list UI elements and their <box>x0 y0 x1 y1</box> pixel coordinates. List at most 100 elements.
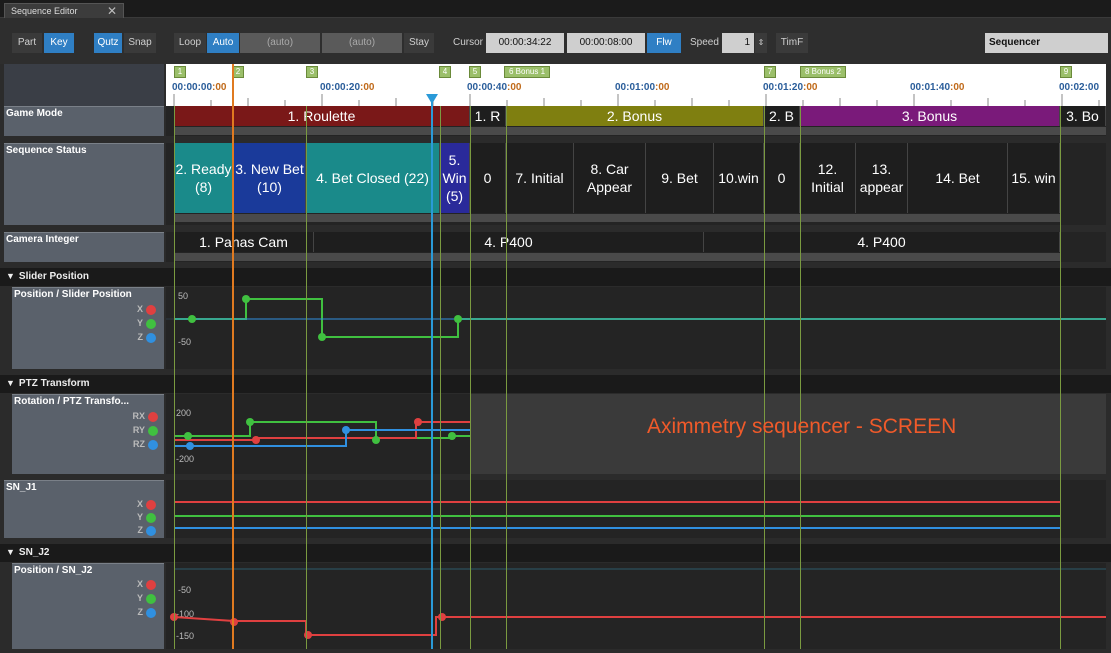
segment-bet-closed[interactable]: 4. Bet Closed (22) <box>306 143 440 213</box>
timeline-ruler[interactable]: 1 2 3 4 5 6 Bonus 1 7 8 Bonus 2 9 00:00:… <box>166 64 1106 106</box>
time-label-120: 00:02:00 <box>1059 82 1100 93</box>
track-title: Sequence Status <box>6 145 87 156</box>
segment-appear-13[interactable]: 13. appear <box>856 143 908 213</box>
axis-rx-label: RX <box>132 411 158 422</box>
segment-bonus-3[interactable]: 3. Bonus <box>800 106 1060 126</box>
marker-line-3 <box>306 106 307 649</box>
segment-zero-1[interactable]: 0 <box>470 143 506 213</box>
time-label-60: 00:01:00:00 <box>615 82 670 93</box>
track-header-sn-j2[interactable]: Position / SN_J2 X Y Z <box>12 563 164 649</box>
track-header-sn-j1[interactable]: SN_J1 X Y Z <box>4 480 164 538</box>
close-icon[interactable]: ✕ <box>107 4 117 18</box>
speed-spinner-icon[interactable]: ⇕ <box>755 33 767 53</box>
tab-sequence-editor[interactable]: Sequence Editor ✕ <box>4 3 124 18</box>
stay-button[interactable]: Stay <box>404 33 434 53</box>
marker-5[interactable]: 5 <box>469 66 481 78</box>
segment-bo[interactable]: 3. Bo <box>1060 106 1106 126</box>
segment-bonus-2[interactable]: 2. Bonus <box>506 106 764 126</box>
marker-line-8 <box>800 106 801 649</box>
follow-button[interactable]: Flw <box>647 33 681 53</box>
segment-win-10[interactable]: 10.win <box>714 143 764 213</box>
axis-z-label: Z <box>138 332 156 343</box>
track-header-camera[interactable]: Camera Integer <box>4 232 164 262</box>
section-title: SN_J2 <box>18 547 50 558</box>
segment-ready[interactable]: 2. Ready (8) <box>174 143 234 213</box>
segment-win[interactable]: 5. Win (5) <box>440 143 470 213</box>
axis-y-label: Y <box>137 512 156 523</box>
track-sequence-status[interactable]: 2. Ready (8) 3. New Bet (10) 4. Bet Clos… <box>166 143 1106 225</box>
marker-8-bonus-2[interactable]: 8 Bonus 2 <box>800 66 847 78</box>
axis-rz-label: RZ <box>133 439 158 450</box>
speed-label: Speed <box>690 37 719 48</box>
segment-win-15[interactable]: 15. win <box>1008 143 1060 213</box>
track-header-ptz[interactable]: Rotation / PTZ Transfo... RX RY RZ <box>12 394 164 474</box>
section-sn-j2[interactable]: ▼ SN_J2 <box>0 544 1111 562</box>
curve-area-sn-j1[interactable] <box>166 480 1106 538</box>
collapse-triangle-icon[interactable]: ▼ <box>6 547 15 557</box>
segment-new-bet[interactable]: 3. New Bet (10) <box>234 143 306 213</box>
track-header-slider[interactable]: Position / Slider Position X Y Z <box>12 287 164 369</box>
marker-1[interactable]: 1 <box>174 66 186 78</box>
curve-area-slider[interactable]: 50 -50 <box>166 287 1106 369</box>
snap-button[interactable]: Snap <box>124 33 156 53</box>
quantize-button[interactable]: Qutz <box>94 33 122 53</box>
time-label-80: 00:01:20:00 <box>763 82 818 93</box>
track-header-sequence-status[interactable]: Sequence Status <box>4 143 164 225</box>
auto-button[interactable]: Auto <box>207 33 239 53</box>
collapse-triangle-icon[interactable]: ▼ <box>6 378 15 388</box>
segment-r[interactable]: 1. R <box>470 106 506 126</box>
track-game-mode[interactable]: 1. Roulette 1. R 2. Bonus 2. B 3. Bonus … <box>166 106 1106 136</box>
loop-button[interactable]: Loop <box>174 33 206 53</box>
ruler-ticks <box>173 94 1100 106</box>
section-title: PTZ Transform <box>18 378 90 389</box>
cursor-time-field[interactable]: 00:00:34:22 <box>486 33 564 53</box>
playhead-orange-line[interactable] <box>232 64 234 649</box>
part-button[interactable]: Part <box>12 33 42 53</box>
length-time-field[interactable]: 00:00:08:00 <box>567 33 645 53</box>
segment-p400-1[interactable]: 4. P400 <box>314 232 704 252</box>
time-label-40: 00:00:40:00 <box>467 82 522 93</box>
segment-initial-12[interactable]: 12. Initial <box>800 143 856 213</box>
marker-line-5 <box>470 106 471 649</box>
loop-start-field[interactable]: (auto) <box>240 33 320 53</box>
cursor-label: Cursor <box>453 37 484 48</box>
key-button[interactable]: Key <box>44 33 74 53</box>
track-title: Camera Integer <box>6 234 79 245</box>
track-camera-integer[interactable]: 1. Panas Cam 4. P400 4. P400 <box>166 232 1106 262</box>
collapse-triangle-icon[interactable]: ▼ <box>6 271 15 281</box>
sequencer-name-field[interactable]: Sequencer <box>985 33 1108 53</box>
sn-j2-curves <box>170 568 1106 639</box>
segment-p400-2[interactable]: 4. P400 <box>704 232 1060 252</box>
curve-area-ptz[interactable]: 200 -200 <box>166 394 1106 474</box>
marker-4[interactable]: 4 <box>439 66 451 78</box>
segment-car-appear[interactable]: 8. Car Appear <box>574 143 646 213</box>
axis-y-label: Y <box>137 593 156 604</box>
segment-zero-2[interactable]: 0 <box>764 143 800 213</box>
axis-x-label: X <box>137 499 156 510</box>
segment-initial[interactable]: 7. Initial <box>506 143 574 213</box>
loop-end-field[interactable]: (auto) <box>322 33 402 53</box>
marker-7[interactable]: 7 <box>764 66 776 78</box>
game-mode-keys-bar <box>174 127 1106 135</box>
section-slider-position[interactable]: ▼ Slider Position <box>0 268 1111 286</box>
cursor-playhead-line[interactable] <box>431 94 433 649</box>
segment-b[interactable]: 2. B <box>764 106 800 126</box>
segment-roulette[interactable]: 1. Roulette <box>174 106 470 126</box>
marker-6-bonus-1[interactable]: 6 Bonus 1 <box>504 66 551 78</box>
marker-9[interactable]: 9 <box>1060 66 1072 78</box>
segment-bet-9[interactable]: 9. Bet <box>646 143 714 213</box>
track-subtitle: Position / SN_J2 <box>14 565 93 576</box>
section-title: Slider Position <box>18 271 89 282</box>
track-title: SN_J1 <box>6 482 37 493</box>
curve-area-sn-j2[interactable]: -50 -100 -150 <box>166 563 1106 649</box>
timf-button[interactable]: TimF <box>776 33 808 53</box>
segment-bet-14[interactable]: 14. Bet <box>908 143 1008 213</box>
marker-line-9 <box>1060 106 1061 649</box>
section-ptz-transform[interactable]: ▼ PTZ Transform <box>0 375 1111 393</box>
track-subtitle: Rotation / PTZ Transfo... <box>14 396 129 407</box>
track-header-game-mode[interactable]: Game Mode <box>4 106 164 136</box>
segment-panas-cam[interactable]: 1. Panas Cam <box>174 232 314 252</box>
marker-3[interactable]: 3 <box>306 66 318 78</box>
sn-j1-curves <box>174 501 1060 529</box>
speed-field[interactable]: 1 <box>722 33 754 53</box>
